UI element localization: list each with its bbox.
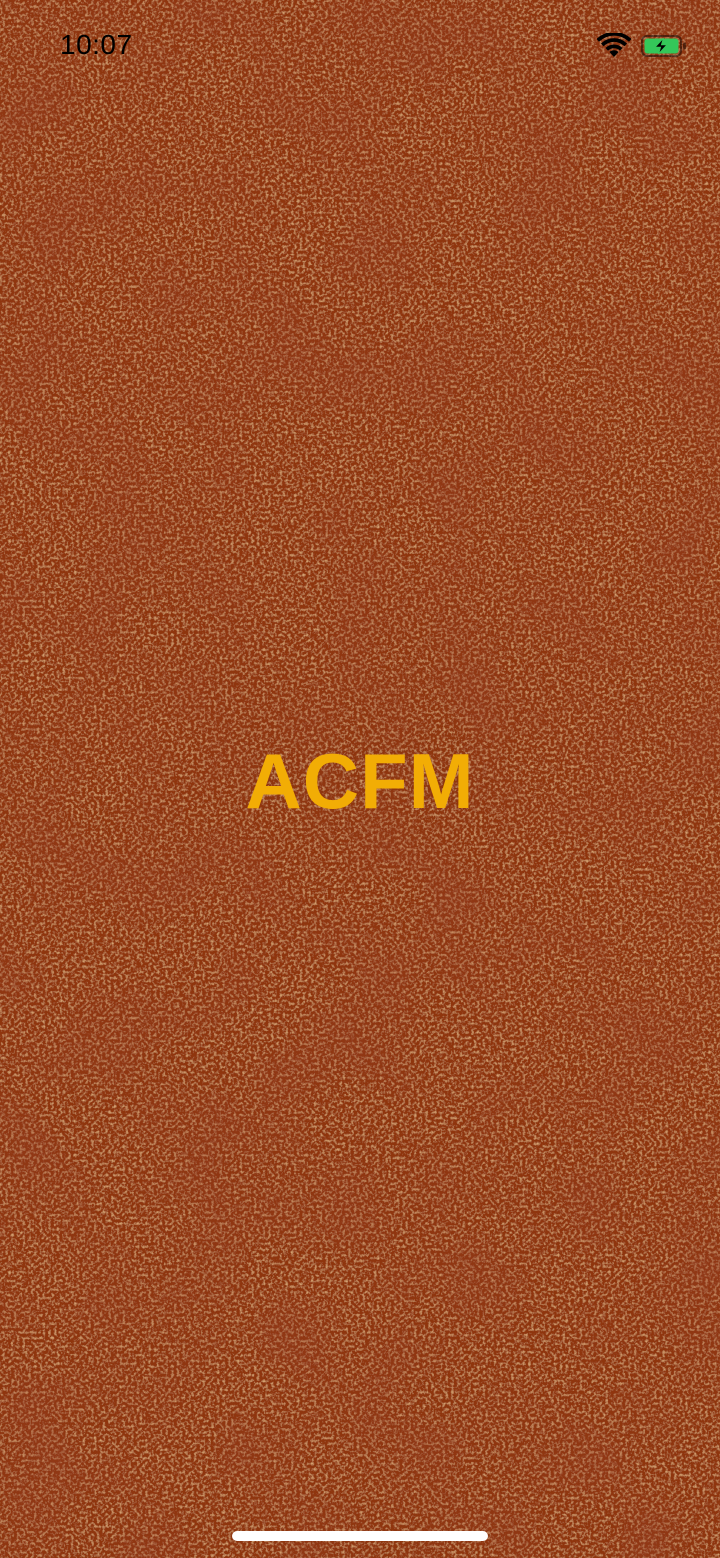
- battery-charging-icon: [641, 35, 686, 57]
- wifi-icon: [597, 33, 631, 57]
- app-logo: ACFM: [245, 737, 475, 825]
- splash-screen: 10:07 ACFM: [0, 0, 720, 1558]
- status-time: 10:07: [60, 29, 133, 60]
- status-bar: 10:07: [0, 0, 720, 92]
- home-indicator[interactable]: [232, 1531, 488, 1541]
